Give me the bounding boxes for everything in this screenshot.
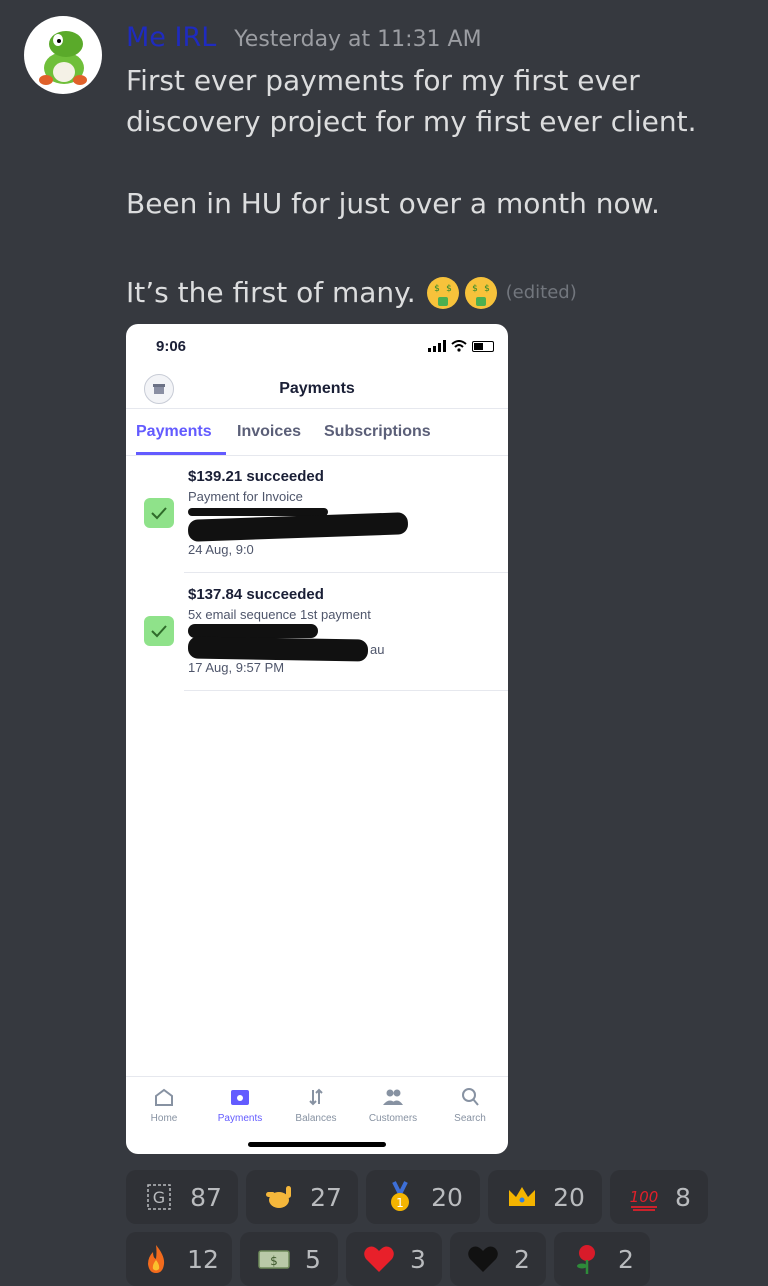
svg-text:$: $ <box>434 284 440 294</box>
money-mouth-face-icon: $ $ <box>464 276 497 309</box>
reaction-count: 3 <box>410 1244 426 1274</box>
nav-payments[interactable]: Payments <box>202 1087 278 1124</box>
customers-icon <box>383 1089 403 1105</box>
svg-text:G: G <box>153 1188 165 1207</box>
money-mouth-face-icon: $ $ <box>426 276 459 309</box>
nav-label: Search <box>454 1113 486 1124</box>
battery-icon <box>472 340 494 352</box>
nav-search[interactable]: Search <box>432 1087 508 1124</box>
reaction-count: 20 <box>553 1182 585 1212</box>
tab-bar: Payments Invoices Subscriptions <box>126 408 508 456</box>
reaction-hundred[interactable]: 100 8 <box>610 1170 708 1224</box>
attached-screenshot[interactable]: 9:06 Payments Payments Invoices Subscrip… <box>126 324 508 1154</box>
dollar-bill-icon: $ <box>257 1242 291 1276</box>
reaction-count: 8 <box>675 1182 691 1212</box>
svg-text:$: $ <box>270 1254 278 1268</box>
payment-description: Payment for Invoice <box>188 489 303 504</box>
reaction-count: 20 <box>431 1182 463 1212</box>
crown-icon <box>505 1180 539 1214</box>
signal-icon <box>428 340 446 352</box>
reaction-count: 12 <box>187 1244 219 1274</box>
nav-label: Balances <box>295 1113 337 1124</box>
payment-date: 17 Aug, 9:57 PM <box>188 660 285 675</box>
yoshi-avatar-icon <box>39 31 87 85</box>
reaction-rose[interactable]: 2 <box>554 1232 650 1286</box>
redaction-mark <box>187 512 409 542</box>
rose-icon <box>570 1242 604 1276</box>
nav-customers[interactable]: Customers <box>355 1087 431 1124</box>
reaction-count: 27 <box>310 1182 342 1212</box>
home-indicator <box>248 1142 386 1147</box>
edited-label: (edited) <box>505 282 577 303</box>
nav-label: Payments <box>217 1113 263 1124</box>
svg-text:$: $ <box>446 284 452 294</box>
status-time: 9:06 <box>156 338 187 355</box>
nav-label: Customers <box>368 1113 418 1124</box>
nav-balances[interactable]: Balances <box>278 1087 354 1124</box>
hundred-points-icon: 100 <box>627 1180 661 1214</box>
nav-home[interactable]: Home <box>126 1087 202 1124</box>
payment-amount: $137.84 succeeded <box>188 586 324 603</box>
payment-description: 5x email sequence 1st payment <box>188 607 371 622</box>
search-icon <box>462 1088 479 1106</box>
message-text-line-1: First ever payments for my first ever di… <box>126 64 697 138</box>
tab-invoices[interactable]: Invoices <box>237 423 301 441</box>
redaction-mark <box>187 636 369 662</box>
payment-row[interactable]: $137.84 succeeded 5x email sequence 1st … <box>184 572 508 691</box>
status-icons <box>428 338 494 354</box>
success-check-icon <box>144 498 174 528</box>
success-check-icon <box>144 616 174 646</box>
reaction-dollar-bill[interactable]: $ 5 <box>240 1232 338 1286</box>
message-text: It’s the first of many. <box>126 276 416 309</box>
reaction-count: 2 <box>514 1244 530 1274</box>
payments-icon <box>231 1090 249 1105</box>
message-text-line-3: It’s the first of many. $ $ $ $ (edited) <box>126 272 746 313</box>
home-icon <box>155 1088 173 1106</box>
payment-row[interactable]: $139.21 succeeded Payment for Invoice 24… <box>184 454 508 573</box>
svg-text:$: $ <box>484 284 490 294</box>
page-title: Payments <box>279 380 355 397</box>
call-me-hand-icon <box>262 1180 296 1214</box>
tab-subscriptions[interactable]: Subscriptions <box>324 423 431 441</box>
reaction-call-me-hand[interactable]: 27 <box>246 1170 358 1224</box>
tab-payments[interactable]: Payments <box>136 423 212 441</box>
wifi-icon <box>451 340 467 352</box>
user-avatar[interactable] <box>24 16 102 94</box>
g-icon: G <box>142 1180 176 1214</box>
first-place-medal-icon: 1 <box>383 1180 417 1214</box>
message-timestamp: Yesterday at 11:31 AM <box>234 27 482 52</box>
reaction-g[interactable]: G 87 <box>126 1170 238 1224</box>
svg-text:1: 1 <box>396 1196 404 1210</box>
email-fragment: au <box>370 642 385 657</box>
reaction-count: 5 <box>305 1244 321 1274</box>
reaction-first-place-medal[interactable]: 1 20 <box>366 1170 480 1224</box>
svg-text:100: 100 <box>630 1188 659 1206</box>
balances-icon <box>309 1088 323 1106</box>
black-heart-icon <box>466 1242 500 1276</box>
reaction-count: 87 <box>190 1182 222 1212</box>
red-heart-icon <box>362 1242 396 1276</box>
nav-label: Home <box>150 1113 178 1124</box>
reaction-fire[interactable]: 12 <box>126 1232 232 1286</box>
reaction-crown[interactable]: 20 <box>488 1170 602 1224</box>
reaction-count: 2 <box>618 1244 634 1274</box>
fire-icon <box>139 1242 173 1276</box>
payment-date: 24 Aug, 9:0 <box>188 542 254 557</box>
reaction-black-heart[interactable]: 2 <box>450 1232 546 1286</box>
payment-amount: $139.21 succeeded <box>188 468 324 485</box>
reaction-red-heart[interactable]: 3 <box>346 1232 442 1286</box>
message-text-line-2: Been in HU for just over a month now. <box>126 187 660 220</box>
message-header: Me IRL Yesterday at 11:31 AM <box>126 22 482 58</box>
svg-text:$: $ <box>472 284 478 294</box>
username[interactable]: Me IRL <box>126 22 216 53</box>
